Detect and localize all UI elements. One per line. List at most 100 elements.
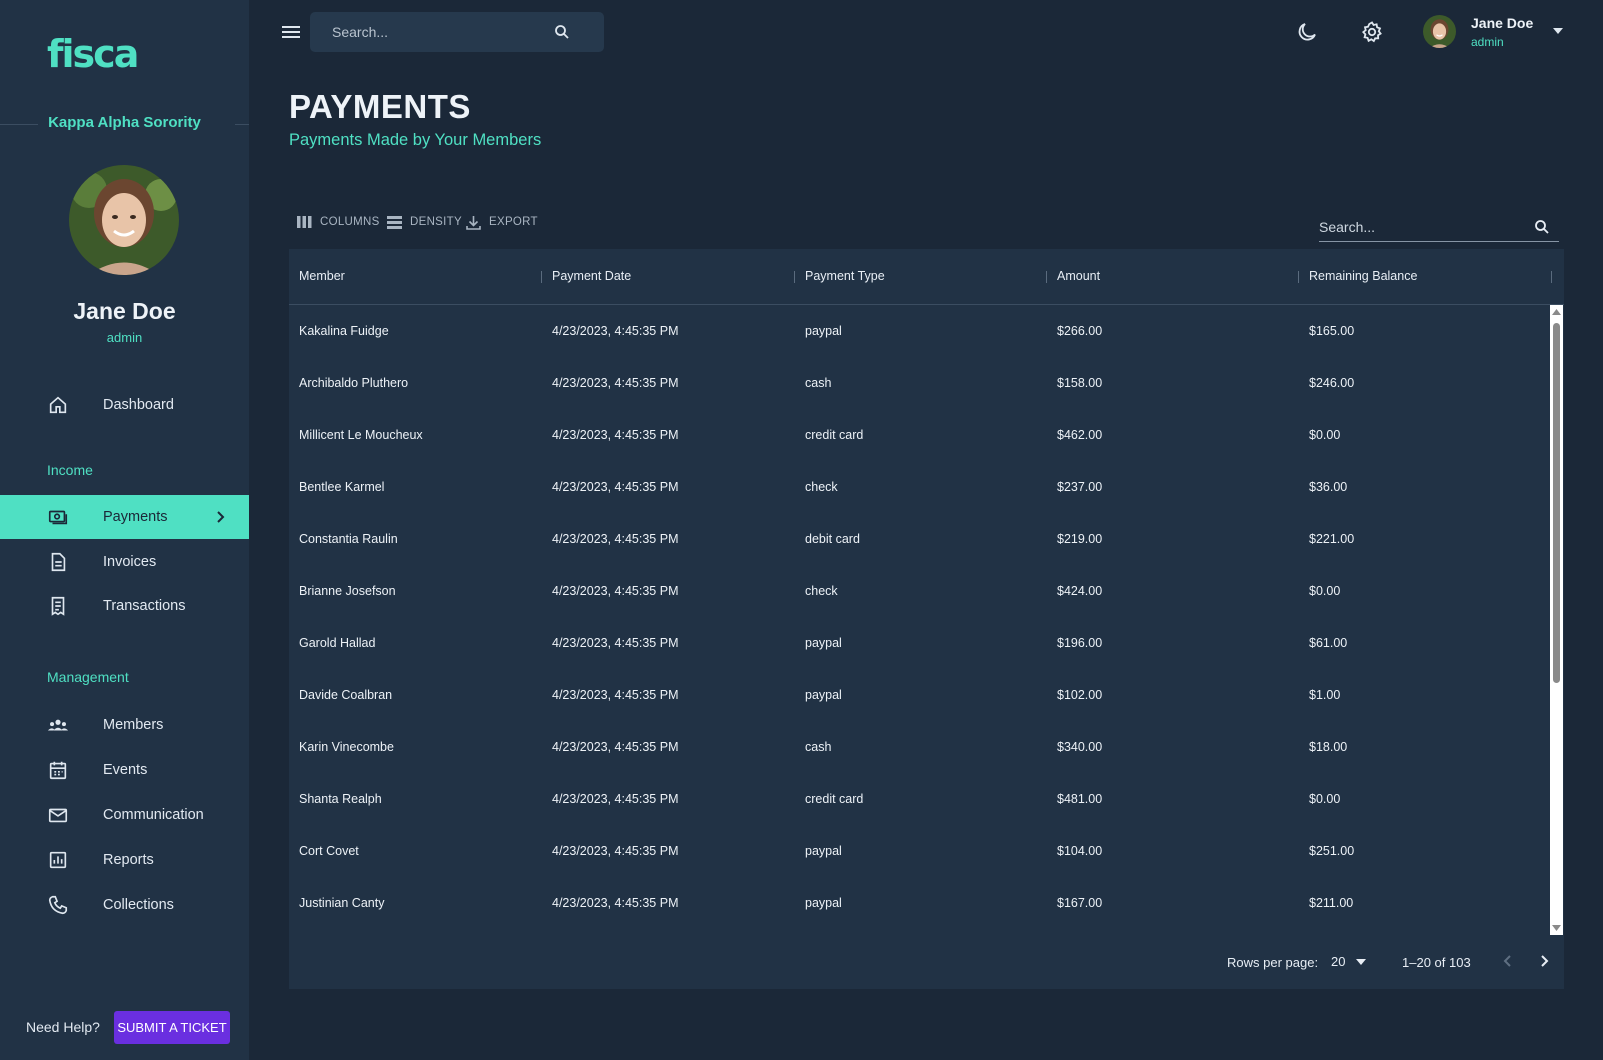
table-row[interactable]: Garold Hallad 4/23/2023, 4:45:35 PM payp… xyxy=(289,618,1549,670)
table-row[interactable]: Millicent Le Moucheux 4/23/2023, 4:45:35… xyxy=(289,410,1549,462)
table-row[interactable]: Justinian Canty 4/23/2023, 4:45:35 PM pa… xyxy=(289,878,1549,930)
cell-member: Brianne Josefson xyxy=(299,584,396,598)
column-header-remaining-balance[interactable]: Remaining Balance xyxy=(1309,269,1417,283)
table-scrollbar[interactable] xyxy=(1550,305,1563,935)
table-row[interactable]: Archibaldo Pluthero 4/23/2023, 4:45:35 P… xyxy=(289,358,1549,410)
dark-mode-icon[interactable] xyxy=(1295,20,1319,44)
chevron-down-icon[interactable] xyxy=(1552,27,1564,35)
column-separator[interactable] xyxy=(1046,271,1047,283)
table-search xyxy=(1319,212,1559,242)
cell-amount: $158.00 xyxy=(1057,376,1103,390)
sidebar-item-events[interactable]: Events xyxy=(0,748,249,792)
sidebar-item-label: Invoices xyxy=(103,554,157,570)
sidebar-item-reports[interactable]: Reports xyxy=(0,838,249,882)
column-separator[interactable] xyxy=(1298,271,1299,283)
table-row[interactable]: Cort Covet 4/23/2023, 4:45:35 PM paypal … xyxy=(289,826,1549,878)
density-label: DENSITY xyxy=(410,216,462,228)
global-search xyxy=(310,12,604,52)
export-label: EXPORT xyxy=(489,216,538,228)
topbar-user-name: Jane Doe xyxy=(1471,15,1534,31)
payments-table: Member Payment Date Payment Type Amount … xyxy=(289,249,1564,989)
sidebar: fisca Kappa Alpha Sorority Jane Doe admi… xyxy=(0,0,249,1060)
cell-member: Justinian Canty xyxy=(299,896,385,910)
cell-remaining-balance: $221.00 xyxy=(1309,532,1355,546)
calendar-icon xyxy=(49,761,67,780)
column-header-member[interactable]: Member xyxy=(299,269,345,283)
scrollbar-thumb[interactable] xyxy=(1553,323,1560,683)
sidebar-item-label: Communication xyxy=(103,807,204,823)
column-header-payment-type[interactable]: Payment Type xyxy=(805,269,885,283)
table-search-input[interactable] xyxy=(1319,216,1519,238)
search-icon[interactable] xyxy=(553,23,571,41)
table-row[interactable]: Shanta Realph 4/23/2023, 4:45:35 PM cred… xyxy=(289,774,1549,826)
table-row[interactable]: Davide Coalbran 4/23/2023, 4:45:35 PM pa… xyxy=(289,670,1549,722)
topbar-user-role: admin xyxy=(1471,35,1504,49)
cell-payment-type: debit card xyxy=(805,532,860,546)
divider xyxy=(235,124,249,125)
user-avatar[interactable] xyxy=(1423,15,1456,48)
cell-amount: $237.00 xyxy=(1057,480,1103,494)
submit-ticket-button[interactable]: SUBMIT A TICKET xyxy=(114,1011,230,1044)
settings-icon[interactable] xyxy=(1360,20,1384,44)
section-income: Income xyxy=(47,462,93,478)
scroll-down-arrow-icon[interactable] xyxy=(1552,924,1561,932)
table-row[interactable]: Brianne Josefson 4/23/2023, 4:45:35 PM c… xyxy=(289,566,1549,618)
cell-amount: $462.00 xyxy=(1057,428,1103,442)
column-separator[interactable] xyxy=(1551,271,1552,283)
scroll-up-arrow-icon[interactable] xyxy=(1552,308,1561,316)
cell-remaining-balance: $0.00 xyxy=(1309,792,1341,806)
table-row[interactable]: Constantia Raulin 4/23/2023, 4:45:35 PM … xyxy=(289,514,1549,566)
cell-member: Garold Hallad xyxy=(299,636,376,650)
cell-payment-date: 4/23/2023, 4:45:35 PM xyxy=(552,376,679,390)
cell-payment-date: 4/23/2023, 4:45:35 PM xyxy=(552,792,679,806)
chevron-down-icon[interactable] xyxy=(1356,959,1366,965)
cell-amount: $102.00 xyxy=(1057,688,1103,702)
sidebar-item-collections[interactable]: Collections xyxy=(0,883,249,927)
sidebar-item-communication[interactable]: Communication xyxy=(0,793,249,837)
organization-name: Kappa Alpha Sorority xyxy=(48,114,201,131)
search-input[interactable] xyxy=(332,12,552,52)
page-title: PAYMENTS xyxy=(289,88,471,125)
table-row[interactable]: Karin Vinecombe 4/23/2023, 4:45:35 PM ca… xyxy=(289,722,1549,774)
sidebar-item-label: Reports xyxy=(103,852,154,868)
sidebar-item-label: Dashboard xyxy=(103,397,174,413)
reports-icon xyxy=(49,851,67,869)
cell-amount: $424.00 xyxy=(1057,584,1103,598)
cell-remaining-balance: $61.00 xyxy=(1309,636,1348,650)
previous-page-icon[interactable] xyxy=(1498,951,1518,971)
cell-payment-date: 4/23/2023, 4:45:35 PM xyxy=(552,740,679,754)
mail-icon xyxy=(48,808,68,823)
table-header: Member Payment Date Payment Type Amount … xyxy=(289,249,1564,305)
table-row[interactable]: Bentlee Karmel 4/23/2023, 4:45:35 PM che… xyxy=(289,462,1549,514)
cell-payment-date: 4/23/2023, 4:45:35 PM xyxy=(552,480,679,494)
sidebar-item-members[interactable]: Members xyxy=(0,703,249,747)
cell-payment-type: paypal xyxy=(805,896,842,910)
sidebar-item-label: Events xyxy=(103,762,148,778)
cell-member: Bentlee Karmel xyxy=(299,480,385,494)
menu-icon[interactable] xyxy=(282,24,300,40)
cell-payment-type: cash xyxy=(805,376,832,390)
cell-member: Millicent Le Moucheux xyxy=(299,428,423,442)
phone-icon xyxy=(48,895,68,915)
user-name: Jane Doe xyxy=(73,298,176,324)
columns-button[interactable]: COLUMNS xyxy=(297,213,380,231)
cell-payment-date: 4/23/2023, 4:45:35 PM xyxy=(552,896,679,910)
export-button[interactable]: EXPORT xyxy=(466,213,538,231)
column-header-amount[interactable]: Amount xyxy=(1057,269,1100,283)
search-icon[interactable] xyxy=(1533,218,1551,236)
next-page-icon[interactable] xyxy=(1534,951,1554,971)
sidebar-item-invoices[interactable]: Invoices xyxy=(0,540,249,584)
density-button[interactable]: DENSITY xyxy=(387,213,462,231)
sidebar-item-transactions[interactable]: Transactions xyxy=(0,584,249,628)
table-row[interactable]: Kakalina Fuidge 4/23/2023, 4:45:35 PM pa… xyxy=(289,306,1549,358)
rows-per-page-select[interactable]: 20 xyxy=(1331,954,1345,969)
sidebar-item-dashboard[interactable]: Dashboard xyxy=(0,383,249,427)
sidebar-item-label: Collections xyxy=(103,897,174,913)
cell-remaining-balance: $0.00 xyxy=(1309,428,1341,442)
column-header-payment-date[interactable]: Payment Date xyxy=(552,269,631,283)
column-separator[interactable] xyxy=(794,271,795,283)
columns-label: COLUMNS xyxy=(320,216,380,228)
app-logo[interactable]: fisca xyxy=(47,32,139,76)
sidebar-item-payments[interactable]: Payments xyxy=(0,495,249,539)
column-separator[interactable] xyxy=(541,271,542,283)
